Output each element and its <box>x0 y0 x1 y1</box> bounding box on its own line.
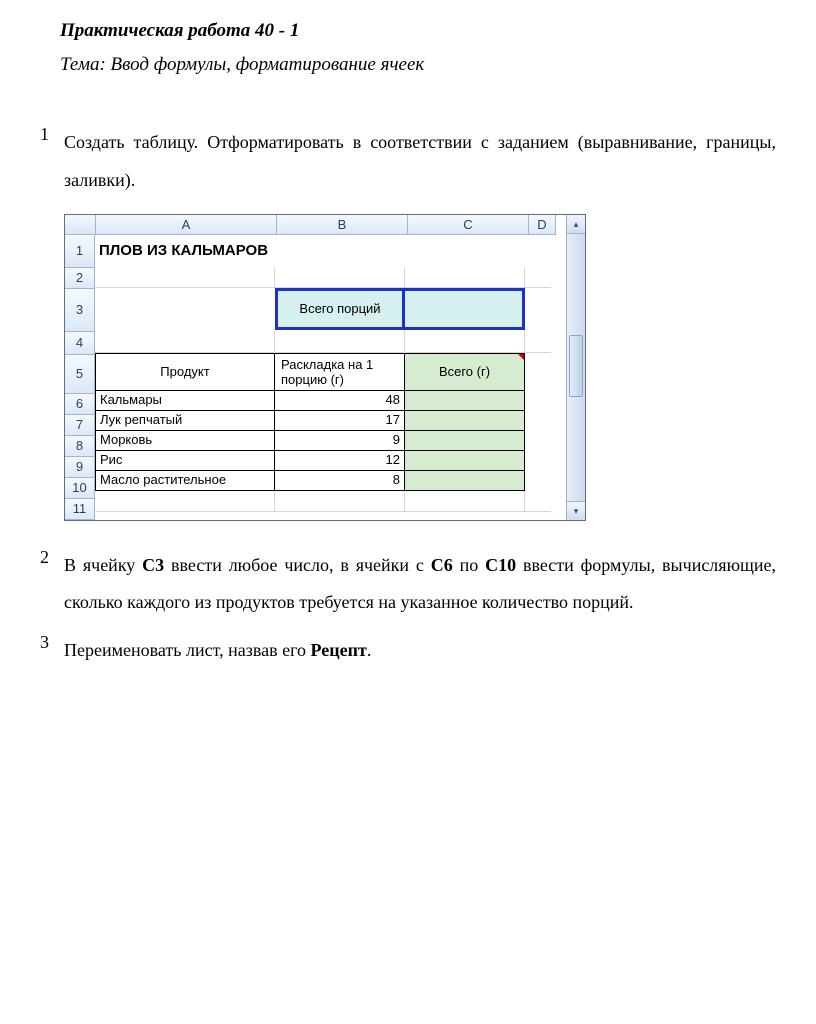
scroll-thumb[interactable] <box>569 335 583 397</box>
cell-c3[interactable] <box>405 288 525 330</box>
cell[interactable] <box>525 267 551 287</box>
cell[interactable] <box>275 330 405 352</box>
cell[interactable] <box>525 471 551 491</box>
item-text: В ячейку С3 ввести любое число, в ячейки… <box>64 547 776 623</box>
row-header[interactable]: 4 <box>65 332 95 355</box>
list-item-1: 1 Создать таблицу. Отформатировать в соо… <box>40 124 776 200</box>
cell-b5[interactable]: Раскладка на 1 порцию (г) <box>275 353 405 391</box>
cell-qty[interactable]: 17 <box>275 411 405 431</box>
doc-title: Практическая работа 40 - 1 <box>60 20 776 42</box>
list-item-3: 3 Переименовать лист, назвав его Рецепт. <box>40 632 776 670</box>
cell[interactable] <box>525 330 551 352</box>
cell-product[interactable]: Кальмары <box>95 391 275 411</box>
row-header[interactable]: 11 <box>65 499 95 520</box>
item-number: 3 <box>40 632 64 653</box>
vertical-scrollbar[interactable]: ▴ ▾ <box>566 215 585 520</box>
cell-product[interactable]: Морковь <box>95 431 275 451</box>
item-number: 1 <box>40 124 64 145</box>
cell-total[interactable] <box>405 451 525 471</box>
cell[interactable] <box>525 411 551 431</box>
col-header-c[interactable]: C <box>408 215 529 235</box>
cell[interactable] <box>525 491 551 511</box>
row-header[interactable]: 1 <box>65 235 95 268</box>
item-text: Создать таблицу. Отформатировать в соотв… <box>64 124 776 200</box>
cell-product[interactable]: Рис <box>95 451 275 471</box>
cell-total[interactable] <box>405 391 525 411</box>
cell[interactable] <box>405 491 525 511</box>
item-text: Переименовать лист, назвав его Рецепт. <box>64 632 776 670</box>
row-header[interactable]: 3 <box>65 289 95 332</box>
cell-total[interactable] <box>405 411 525 431</box>
cell-total[interactable] <box>405 471 525 491</box>
cell[interactable] <box>275 491 405 511</box>
row-header[interactable]: 10 <box>65 478 95 499</box>
row-header[interactable]: 2 <box>65 268 95 289</box>
cell-qty[interactable]: 8 <box>275 471 405 491</box>
cell[interactable] <box>525 288 551 330</box>
row-header[interactable]: 5 <box>65 355 95 394</box>
col-header-a[interactable]: A <box>96 215 277 235</box>
cell[interactable] <box>275 267 405 287</box>
cell[interactable] <box>525 451 551 471</box>
cell-b3[interactable]: Всего порций <box>275 288 405 330</box>
item-number: 2 <box>40 547 64 568</box>
row-header[interactable]: 8 <box>65 436 95 457</box>
row-header[interactable]: 6 <box>65 394 95 415</box>
scroll-up-icon[interactable]: ▴ <box>567 215 585 234</box>
cell[interactable] <box>525 431 551 451</box>
cell[interactable] <box>95 288 275 330</box>
cell-product[interactable]: Масло растительное <box>95 471 275 491</box>
excel-screenshot: A B C D 1 2 3 4 5 6 7 8 9 <box>64 214 776 521</box>
cell[interactable] <box>405 330 525 352</box>
cell[interactable] <box>525 353 551 391</box>
doc-theme: Тема: Ввод формулы, форматирование ячеек <box>60 54 776 76</box>
row-header[interactable]: 7 <box>65 415 95 436</box>
cell[interactable] <box>95 491 275 511</box>
cell-c5[interactable]: Всего (г) <box>405 353 525 391</box>
scroll-down-icon[interactable]: ▾ <box>567 501 585 520</box>
col-header-b[interactable]: B <box>277 215 408 235</box>
cell-qty[interactable]: 12 <box>275 451 405 471</box>
select-all-corner[interactable] <box>65 215 96 235</box>
cell[interactable] <box>95 267 275 287</box>
cell-a1[interactable]: ПЛОВ ИЗ КАЛЬМАРОВ <box>95 235 551 267</box>
cell[interactable] <box>95 330 275 352</box>
col-header-d[interactable]: D <box>529 215 556 235</box>
cell-total[interactable] <box>405 431 525 451</box>
cell[interactable] <box>525 391 551 411</box>
cell-a5[interactable]: Продукт <box>95 353 275 391</box>
cell[interactable] <box>405 267 525 287</box>
row-header[interactable]: 9 <box>65 457 95 478</box>
list-item-2: 2 В ячейку С3 ввести любое число, в ячей… <box>40 547 776 623</box>
cell-qty[interactable]: 48 <box>275 391 405 411</box>
cell-product[interactable]: Лук репчатый <box>95 411 275 431</box>
cell-qty[interactable]: 9 <box>275 431 405 451</box>
